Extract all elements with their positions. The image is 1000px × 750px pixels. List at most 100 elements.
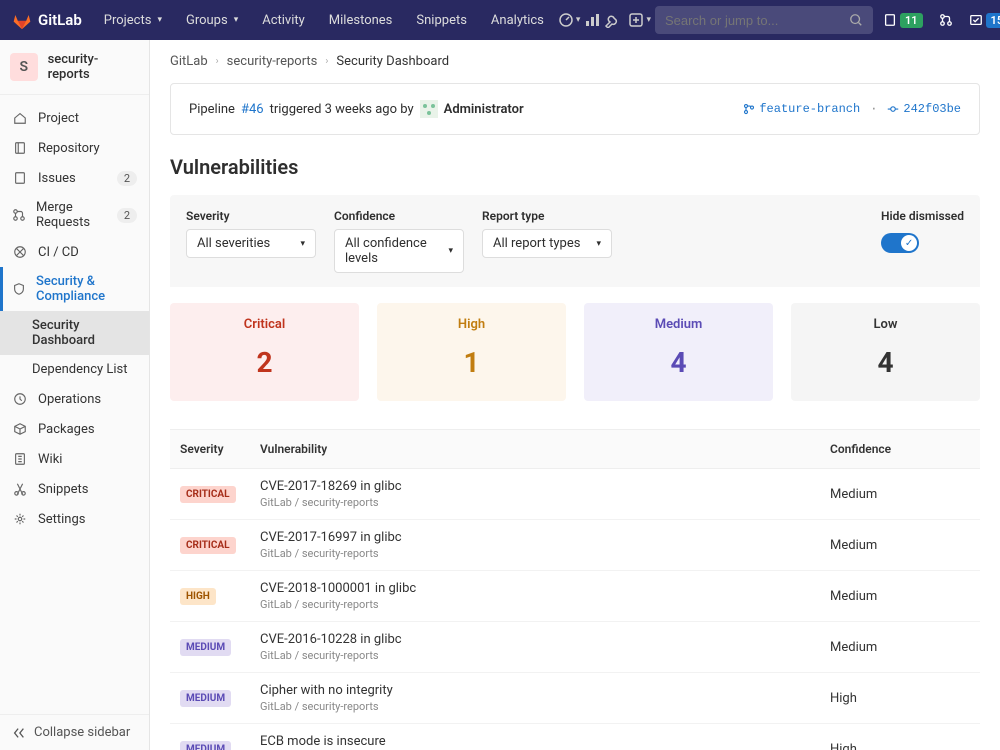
confidence-value: Medium (830, 487, 970, 502)
nav-activity[interactable]: Activity (252, 0, 315, 40)
vulnerability-path: GitLab / security-reports (260, 598, 830, 611)
search-input[interactable] (665, 13, 841, 28)
wiki-icon (12, 451, 28, 467)
table-row[interactable]: HIGHCVE-2018-1000001 in glibcGitLab / se… (170, 571, 980, 622)
shield-icon (12, 281, 26, 297)
pipeline-summary: Pipeline #46 triggered 3 weeks ago by Ad… (170, 83, 980, 135)
check-icon: ✓ (901, 235, 917, 251)
breadcrumb-item[interactable]: GitLab (170, 54, 208, 69)
nav-snippets[interactable]: Snippets (406, 0, 477, 40)
confidence-value: High (830, 742, 970, 750)
confidence-filter-label: Confidence (334, 209, 464, 223)
sidebar-item-label: Packages (38, 422, 95, 437)
nav-groups[interactable]: Groups▾ (176, 0, 248, 40)
brand-text: GitLab (38, 11, 82, 29)
table-row[interactable]: CRITICALCVE-2017-16997 in glibcGitLab / … (170, 520, 980, 571)
sidebar-item-security-compliance[interactable]: Security & Compliance (0, 267, 149, 311)
sidebar-item-label: Snippets (38, 482, 89, 497)
mr-icon (12, 207, 26, 223)
vulnerability-path: GitLab / security-reports (260, 496, 830, 509)
severity-card-low[interactable]: Low4 (791, 303, 980, 401)
confidence-value: Medium (830, 538, 970, 553)
sidebar-item-project[interactable]: Project (0, 103, 149, 133)
severity-card-high[interactable]: High1 (377, 303, 566, 401)
chevron-down-icon: ▾ (448, 246, 453, 256)
sidebar-item-operations[interactable]: Operations (0, 384, 149, 414)
main-content: GitLab › security-reports › Security Das… (150, 40, 1000, 750)
severity-badge: MEDIUM (180, 741, 231, 750)
sidebar-item-label: CI / CD (38, 245, 79, 260)
vulnerability-path: GitLab / security-reports (260, 700, 830, 713)
issues-shortcut[interactable]: 11 (877, 0, 929, 40)
nav-milestones[interactable]: Milestones (319, 0, 403, 40)
breadcrumb: GitLab › security-reports › Security Das… (170, 40, 980, 83)
sidebar-subitem-dependency-list[interactable]: Dependency List (0, 355, 149, 384)
sidebar-item-snippets[interactable]: Snippets (0, 474, 149, 504)
mr-shortcut[interactable] (933, 0, 959, 40)
table-row[interactable]: MEDIUMECB mode is insecureGitLab / secur… (170, 724, 980, 750)
project-name: security-reports (48, 52, 139, 82)
issue-icon (883, 13, 897, 27)
sidebar-item-label: Wiki (38, 452, 62, 467)
confidence-filter[interactable]: All confidence levels▾ (334, 229, 464, 273)
chevron-down-icon: ▾ (646, 15, 651, 25)
page-title: Vulnerabilities (170, 155, 980, 179)
nav-analytics[interactable]: Analytics (481, 0, 554, 40)
vulnerabilities-table: Severity Vulnerability Confidence CRITIC… (170, 429, 980, 750)
breadcrumb-current: Security Dashboard (336, 54, 449, 69)
confidence-value: High (830, 691, 970, 706)
gauge-icon (558, 12, 574, 28)
vulnerability-name: CVE-2017-18269 in glibc (260, 479, 830, 494)
sidebar-item-repository[interactable]: Repository (0, 133, 149, 163)
collapse-sidebar[interactable]: Collapse sidebar (0, 714, 149, 750)
gitlab-logo[interactable]: GitLab (12, 10, 82, 30)
sidebar-subitem-security-dashboard[interactable]: Security Dashboard (0, 311, 149, 355)
pipeline-user[interactable]: Administrator (444, 102, 524, 117)
severity-badge: MEDIUM (180, 690, 231, 707)
dashboard-icon-button[interactable]: ▾ (558, 0, 581, 40)
todo-icon (969, 13, 983, 27)
chevron-down-icon: ▾ (234, 15, 239, 25)
table-row[interactable]: MEDIUM Cipher with no integrity GitLab / s… (170, 673, 980, 724)
admin-avatar-icon (420, 100, 438, 118)
branch-link[interactable]: feature-branch (743, 102, 860, 116)
hide-dismissed-label: Hide dismissed (881, 209, 964, 223)
hide-dismissed-toggle[interactable]: ✓ (881, 233, 919, 253)
severity-badge: CRITICAL (180, 486, 236, 503)
table-row[interactable]: CRITICAL CVE-2017-18269 in glibc GitLab / … (170, 469, 980, 520)
card-value: 2 (170, 346, 359, 379)
plus-square-icon (628, 12, 644, 28)
project-header[interactable]: S security-reports (0, 40, 149, 95)
vulnerability-name: Cipher with no integrity (260, 683, 830, 698)
breadcrumb-item[interactable]: security-reports (227, 54, 318, 69)
sidebar-item-issues[interactable]: Issues2 (0, 163, 149, 193)
sidebar-item-merge-requests[interactable]: Merge Requests2 (0, 193, 149, 237)
plus-button[interactable]: ▾ (628, 0, 651, 40)
card-value: 4 (791, 346, 980, 379)
project-avatar: S (10, 53, 38, 81)
todos-shortcut[interactable]: 15 (963, 0, 1000, 40)
chart-icon-button[interactable] (584, 0, 600, 40)
nav-projects[interactable]: Projects▾ (94, 0, 172, 40)
severity-card-medium[interactable]: Medium4 (584, 303, 773, 401)
sidebar-item-settings[interactable]: Settings (0, 504, 149, 534)
confidence-value: Medium (830, 640, 970, 655)
global-search[interactable] (655, 6, 873, 34)
severity-badge: CRITICAL (180, 537, 236, 554)
confidence-value: Medium (830, 589, 970, 604)
table-row[interactable]: MEDIUMCVE-2016-10228 in glibcGitLab / se… (170, 622, 980, 673)
sidebar-item-wiki[interactable]: Wiki (0, 444, 149, 474)
pkg-icon (12, 421, 28, 437)
severity-card-critical[interactable]: Critical2 (170, 303, 359, 401)
sidebar-item-packages[interactable]: Packages (0, 414, 149, 444)
pipeline-id-link[interactable]: #46 (241, 102, 264, 117)
commit-link[interactable]: 242f03be (887, 102, 961, 116)
count-badge: 15 (986, 13, 1000, 28)
report-filter[interactable]: All report types▾ (482, 229, 612, 258)
vulnerability-path: GitLab / security-reports (260, 547, 830, 560)
wrench-icon-button[interactable] (604, 0, 620, 40)
top-nav: GitLab Projects▾ Groups▾ Activity Milest… (0, 0, 1000, 40)
sidebar-item-ci-cd[interactable]: CI / CD (0, 237, 149, 267)
severity-filter[interactable]: All severities▾ (186, 229, 316, 258)
issues-icon (12, 170, 28, 186)
